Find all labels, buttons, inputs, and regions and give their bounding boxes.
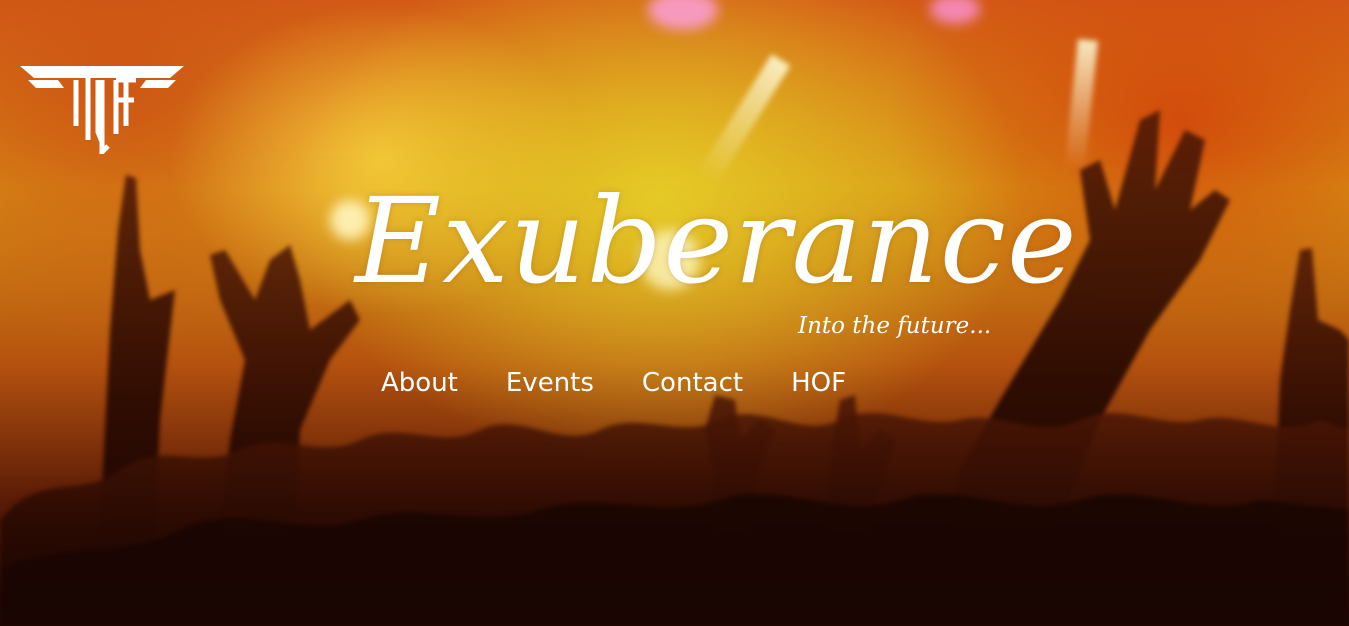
nav-link-hof[interactable]: HOF (791, 363, 846, 403)
nav-link-events[interactable]: Events (506, 363, 594, 403)
site-title: Exuberance (355, 172, 1078, 310)
winged-ttf-logo-icon (20, 66, 184, 159)
nav-link-contact[interactable]: Contact (642, 363, 743, 403)
site-tagline: Into the future... (798, 313, 992, 339)
site-logo[interactable] (18, 62, 186, 159)
hero-banner: Exuberance Into the future... About Even… (0, 0, 1349, 626)
main-nav: About Events Contact HOF (381, 363, 846, 403)
nav-link-about[interactable]: About (381, 363, 458, 403)
